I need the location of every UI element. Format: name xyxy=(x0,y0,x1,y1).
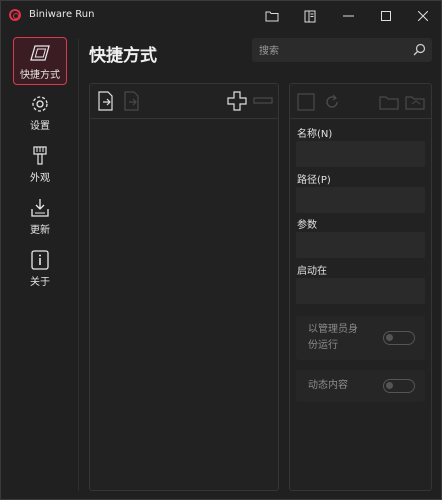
sidebar-item-update[interactable]: 更新 xyxy=(13,193,67,241)
close-icon xyxy=(418,11,428,21)
open-folder-button[interactable] xyxy=(404,92,426,112)
name-field[interactable] xyxy=(296,141,425,167)
export-file-icon xyxy=(124,91,139,111)
folder-icon xyxy=(379,96,399,110)
close-button[interactable] xyxy=(406,5,440,27)
sidebar: 快捷方式 设置 外观 更新 关于 xyxy=(1,31,79,499)
gear-icon xyxy=(30,93,50,115)
search-input[interactable] xyxy=(257,41,411,61)
details-toolbar xyxy=(290,84,431,119)
path-label: 路径(P) xyxy=(297,175,331,186)
path-field[interactable] xyxy=(296,187,425,213)
sidebar-item-label: 外观 xyxy=(30,173,50,184)
search-box xyxy=(252,38,432,62)
start-in-label: 启动在 xyxy=(297,266,327,277)
import-button[interactable] xyxy=(96,90,116,112)
sidebar-item-label: 更新 xyxy=(30,225,50,236)
book-icon xyxy=(304,10,316,22)
page-title: 快捷方式 xyxy=(89,46,157,66)
sidebar-item-label: 设置 xyxy=(30,121,50,132)
shortcut-icon xyxy=(29,42,51,64)
app-window: Biniware Run 快捷方式 设置 外观 更新 关于 快捷方式 搜索 名称… xyxy=(0,0,442,500)
sidebar-item-shortcuts[interactable]: 快捷方式 xyxy=(13,37,67,85)
shortcut-details-panel: 名称(N) 路径(P) 参数 启动在 以管理员身 份运行 动态内容 xyxy=(289,83,432,491)
export-button[interactable] xyxy=(122,90,142,112)
title-bar: Biniware Run xyxy=(1,1,441,31)
folder-icon xyxy=(265,11,279,22)
name-label: 名称(N) xyxy=(297,129,333,140)
folder-open-icon xyxy=(405,96,425,110)
maximize-icon xyxy=(381,11,391,21)
arguments-field[interactable] xyxy=(296,232,425,258)
brush-icon xyxy=(32,145,48,167)
app-logo-icon xyxy=(9,9,21,21)
open-folder-button[interactable] xyxy=(255,5,289,27)
maximize-button[interactable] xyxy=(369,5,403,27)
sidebar-item-label: 关于 xyxy=(30,277,50,288)
book-button[interactable] xyxy=(293,5,327,27)
import-file-icon xyxy=(98,91,113,111)
list-toolbar xyxy=(90,84,278,119)
save-button[interactable] xyxy=(296,92,316,112)
minus-icon xyxy=(253,97,273,104)
refresh-icon xyxy=(326,94,338,108)
sidebar-item-settings[interactable]: 设置 xyxy=(13,89,67,137)
sidebar-item-about[interactable]: 关于 xyxy=(13,245,67,293)
app-title: Biniware Run xyxy=(29,9,95,20)
minimize-button[interactable] xyxy=(331,5,365,27)
download-icon xyxy=(30,197,50,219)
sidebar-item-appearance[interactable]: 外观 xyxy=(13,141,67,189)
sidebar-item-label: 快捷方式 xyxy=(20,70,60,81)
run-as-admin-label-line2: 份运行 xyxy=(308,340,338,351)
search-icon[interactable] xyxy=(413,43,426,59)
run-as-admin-toggle[interactable] xyxy=(383,331,415,345)
sidebar-divider xyxy=(78,39,79,491)
remove-shortcut-button[interactable] xyxy=(252,90,274,112)
start-in-field[interactable] xyxy=(296,278,425,304)
square-icon xyxy=(297,93,315,111)
shortcut-list-panel xyxy=(89,83,279,491)
run-as-admin-card: 以管理员身 份运行 xyxy=(296,316,425,360)
arguments-label: 参数 xyxy=(297,220,317,231)
run-as-admin-label-line1: 以管理员身 xyxy=(308,324,358,335)
browse-folder-button[interactable] xyxy=(378,92,400,112)
minimize-icon xyxy=(342,15,354,17)
plus-icon xyxy=(227,91,247,111)
info-icon xyxy=(31,249,49,271)
add-shortcut-button[interactable] xyxy=(226,90,248,112)
dynamic-content-toggle[interactable] xyxy=(383,379,415,393)
dynamic-content-card: 动态内容 xyxy=(296,370,425,402)
dynamic-content-label: 动态内容 xyxy=(308,380,348,391)
refresh-button[interactable] xyxy=(322,92,342,112)
